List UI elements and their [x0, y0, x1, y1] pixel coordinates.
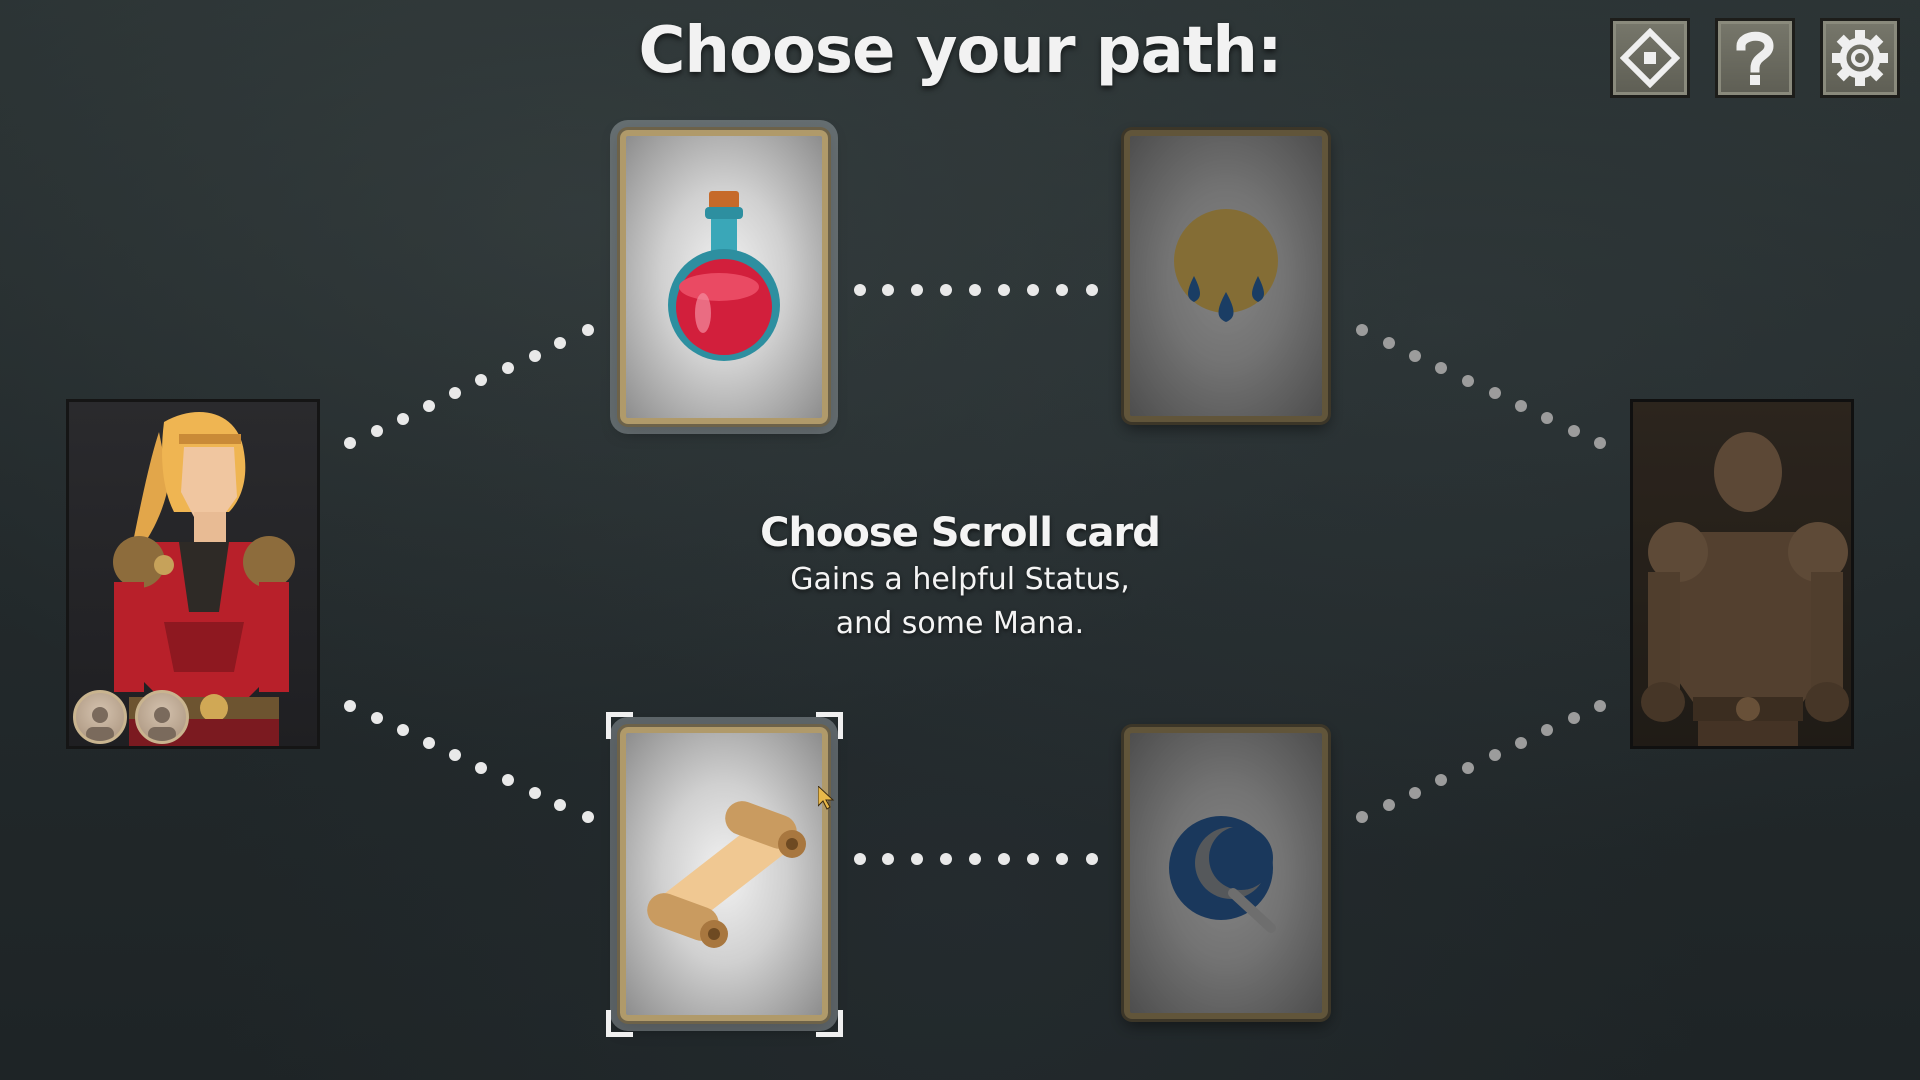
question-mark-icon — [1736, 31, 1774, 85]
settings-button[interactable] — [1820, 18, 1900, 98]
card-potion[interactable] — [620, 130, 828, 424]
selection-corner — [816, 712, 843, 739]
card-sweat[interactable] — [1124, 130, 1328, 422]
party-member-token — [135, 690, 189, 744]
card-heading: Choose Scroll card — [760, 510, 1161, 556]
card-description-panel: Choose Scroll card Gains a helpful Statu… — [700, 510, 1220, 644]
card-description-line: and some Mana. — [835, 606, 1085, 641]
stone-golem-icon — [1641, 432, 1849, 746]
person-silhouette-icon — [86, 707, 114, 741]
map-button[interactable] — [1610, 18, 1690, 98]
card-scroll[interactable] — [620, 727, 828, 1021]
gold-orb-drops-icon — [1174, 209, 1278, 322]
help-button[interactable] — [1715, 18, 1795, 98]
scroll-icon — [647, 801, 806, 948]
card-description-line: Gains a helpful Status, — [790, 562, 1130, 597]
red-potion-icon — [668, 191, 780, 361]
person-silhouette-icon — [148, 707, 176, 741]
selection-corner — [816, 1010, 843, 1037]
blue-crescent-axe-icon — [1169, 816, 1276, 933]
selection-corner — [606, 712, 633, 739]
mouse-cursor-icon — [818, 786, 835, 810]
selection-corner — [606, 1010, 633, 1037]
player-portrait — [66, 399, 320, 749]
card-moon-blade[interactable] — [1124, 727, 1328, 1019]
diamond-map-icon — [1620, 28, 1680, 88]
enemy-portrait — [1630, 399, 1854, 749]
gear-icon — [1832, 30, 1888, 86]
party-member-token — [73, 690, 127, 744]
